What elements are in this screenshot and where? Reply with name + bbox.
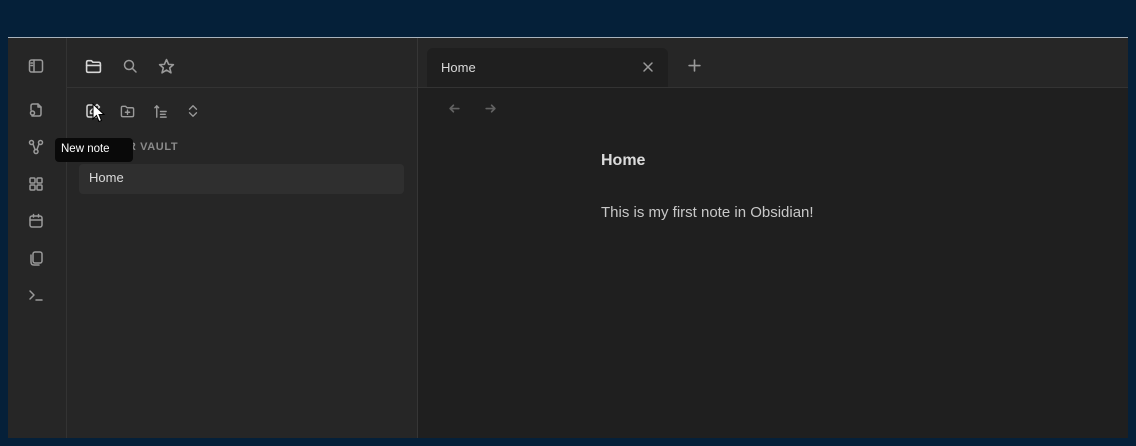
open-quick-switcher-icon[interactable] xyxy=(25,99,47,121)
tab-title: Home xyxy=(441,60,476,75)
command-palette-icon[interactable] xyxy=(25,284,47,306)
collapse-icon[interactable] xyxy=(182,100,204,122)
back-arrow-icon[interactable] xyxy=(445,99,463,117)
app-window: ER VAULT Home New note Home Home This is… xyxy=(8,37,1128,438)
canvas-icon[interactable] xyxy=(25,173,47,195)
graph-view-icon[interactable] xyxy=(25,136,47,158)
files-icon[interactable] xyxy=(81,54,105,78)
templates-icon[interactable] xyxy=(25,247,47,269)
note-title[interactable]: Home xyxy=(601,152,645,170)
new-tab-icon[interactable] xyxy=(685,56,703,74)
sidebar-toggle-icon[interactable] xyxy=(25,55,47,77)
tab-home[interactable]: Home xyxy=(427,48,668,87)
tab-bar: Home xyxy=(418,38,1128,88)
search-icon[interactable] xyxy=(118,54,142,78)
file-item-label: Home xyxy=(89,170,124,185)
mouse-cursor-icon xyxy=(92,102,106,128)
new-folder-icon[interactable] xyxy=(116,100,138,122)
bookmark-icon[interactable] xyxy=(154,54,178,78)
tooltip: New note xyxy=(55,138,133,162)
close-icon[interactable] xyxy=(639,58,657,76)
daily-note-icon[interactable] xyxy=(25,210,47,232)
file-explorer-sidebar xyxy=(67,38,418,438)
note-body[interactable]: This is my first note in Obsidian! xyxy=(601,204,814,221)
sort-icon[interactable] xyxy=(149,100,171,122)
ribbon xyxy=(8,38,67,438)
main-editor-area: Home Home This is my first note in Obsid… xyxy=(418,38,1128,438)
forward-arrow-icon[interactable] xyxy=(481,99,499,117)
file-item-home[interactable]: Home xyxy=(79,164,404,194)
tooltip-text: New note xyxy=(61,143,110,155)
